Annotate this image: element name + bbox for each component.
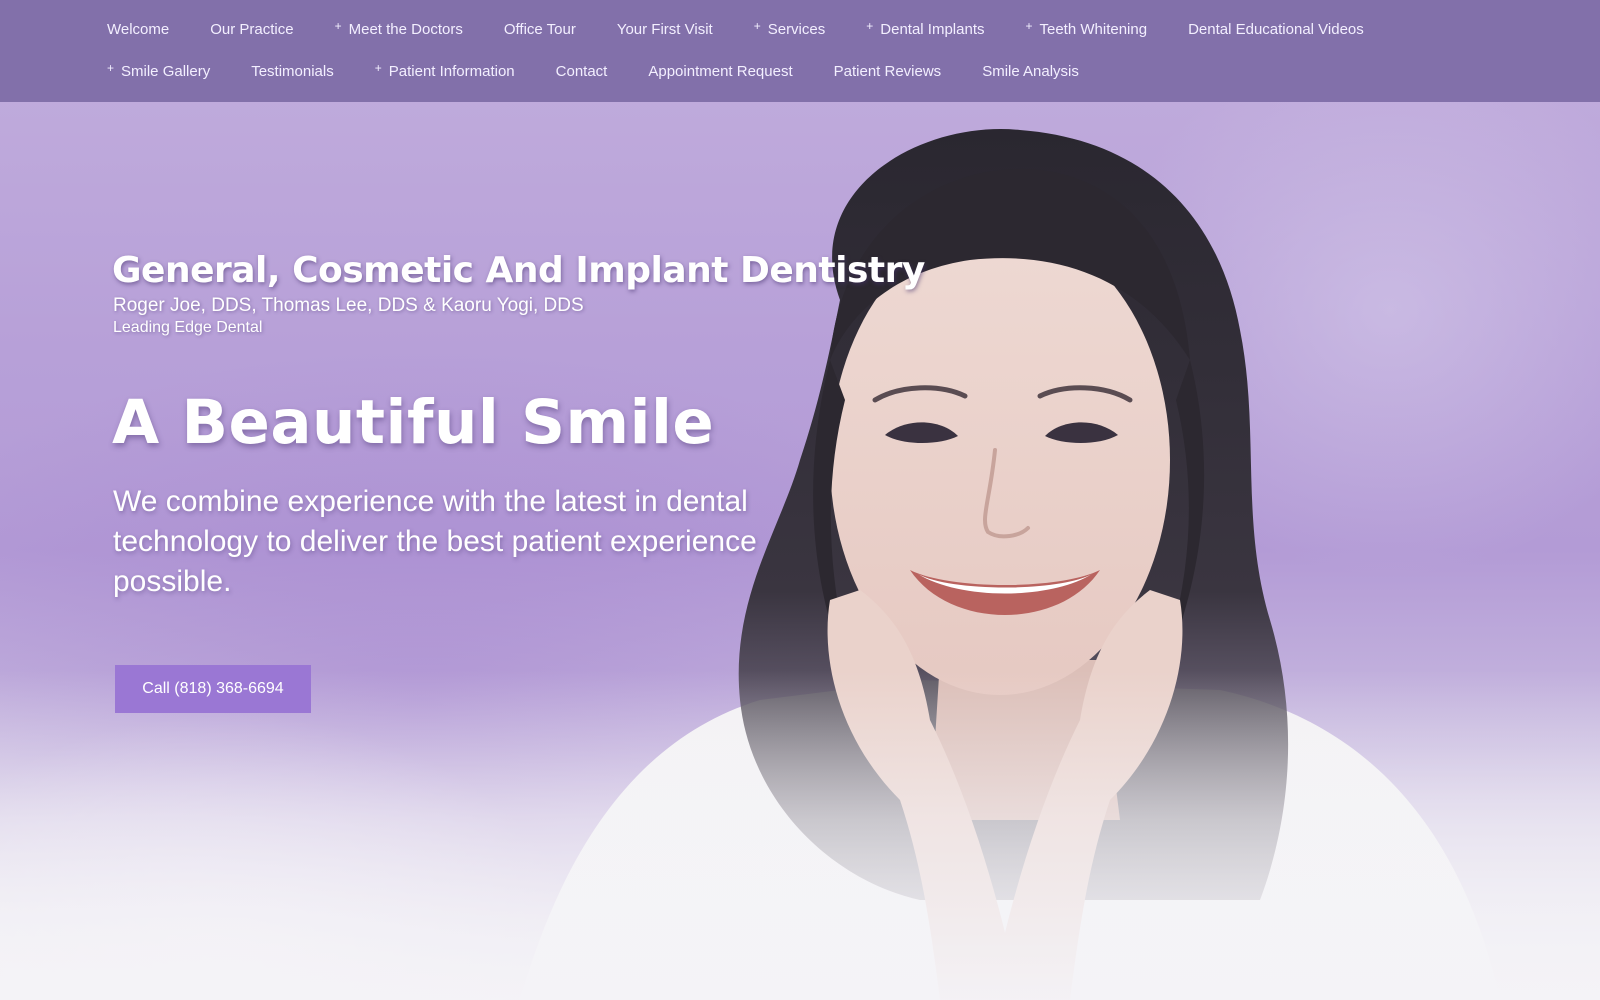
plus-icon: + <box>107 61 115 75</box>
plus-icon: + <box>374 61 382 75</box>
nav-item-smile-analysis[interactable]: Smile Analysis <box>982 63 1079 80</box>
nav-item-your-first-visit[interactable]: Your First Visit <box>617 21 713 38</box>
nav-item-dental-implants[interactable]: + Dental Implants <box>866 19 985 38</box>
nav-row-2: + Smile Gallery Testimonials + Patient Infor… <box>107 50 1600 92</box>
nav-item-label: Smile Analysis <box>982 62 1079 80</box>
nav-item-testimonials[interactable]: Testimonials <box>251 63 334 80</box>
nav-item-label: Services <box>767 20 826 38</box>
nav-item-services[interactable]: + Services <box>753 19 826 38</box>
nav-item-label: Office Tour <box>503 20 576 38</box>
doctors-names: Roger Joe, DDS, Thomas Lee, DDS & Kaoru … <box>113 295 584 316</box>
practice-title: General, Cosmetic And Implant Dentistry <box>112 250 925 291</box>
nav-row-1: Welcome Our Practice + Meet the Doctors Offi… <box>107 8 1600 50</box>
nav-item-label: Teeth Whitening <box>1039 20 1148 38</box>
nav-item-meet-the-doctors[interactable]: + Meet the Doctors <box>334 19 463 38</box>
plus-icon: + <box>753 19 761 33</box>
call-phone-button[interactable]: Call (818) 368-6694 <box>115 665 311 713</box>
nav-item-label: Patient Reviews <box>833 62 942 80</box>
nav-item-appointment-request[interactable]: Appointment Request <box>648 63 792 80</box>
nav-item-label: Dental Implants <box>880 20 985 38</box>
nav-item-label: Your First Visit <box>616 20 713 38</box>
nav-item-smile-gallery[interactable]: + Smile Gallery <box>107 61 211 80</box>
nav-item-label: Our Practice <box>210 20 294 38</box>
practice-name: Leading Edge Dental <box>113 319 263 336</box>
plus-icon: + <box>334 19 342 33</box>
nav-item-office-tour[interactable]: Office Tour <box>504 21 576 38</box>
hero-content: General, Cosmetic And Implant Dentistry … <box>112 250 933 602</box>
nav-item-welcome[interactable]: Welcome <box>107 21 169 38</box>
nav-item-label: Smile Gallery <box>121 62 211 80</box>
nav-item-label: Meet the Doctors <box>348 20 463 38</box>
hero-headline: A Beautiful Smile <box>112 387 715 458</box>
nav-item-teeth-whitening[interactable]: + Teeth Whitening <box>1025 19 1148 38</box>
nav-item-our-practice[interactable]: Our Practice <box>210 21 293 38</box>
nav-item-dental-educational-videos[interactable]: Dental Educational Videos <box>1188 21 1364 38</box>
main-navigation: Welcome Our Practice + Meet the Doctors Offi… <box>0 0 1600 102</box>
nav-item-patient-information[interactable]: + Patient Information <box>374 61 515 80</box>
page: Welcome Our Practice + Meet the Doctors Offi… <box>0 0 1600 1000</box>
plus-icon: + <box>866 19 874 33</box>
nav-item-label: Dental Educational Videos <box>1188 20 1364 38</box>
nav-item-label: Patient Information <box>388 62 515 80</box>
nav-item-label: Appointment Request <box>648 62 793 80</box>
hero-tagline: We combine experience with the latest in… <box>113 485 757 598</box>
nav-item-label: Testimonials <box>251 62 334 80</box>
nav-item-patient-reviews[interactable]: Patient Reviews <box>834 63 942 80</box>
bottom-fade <box>0 670 1600 1000</box>
plus-icon: + <box>1025 19 1033 33</box>
nav-item-label: Contact <box>555 62 608 80</box>
nav-item-label: Welcome <box>107 20 170 38</box>
nav-item-contact[interactable]: Contact <box>556 63 608 80</box>
